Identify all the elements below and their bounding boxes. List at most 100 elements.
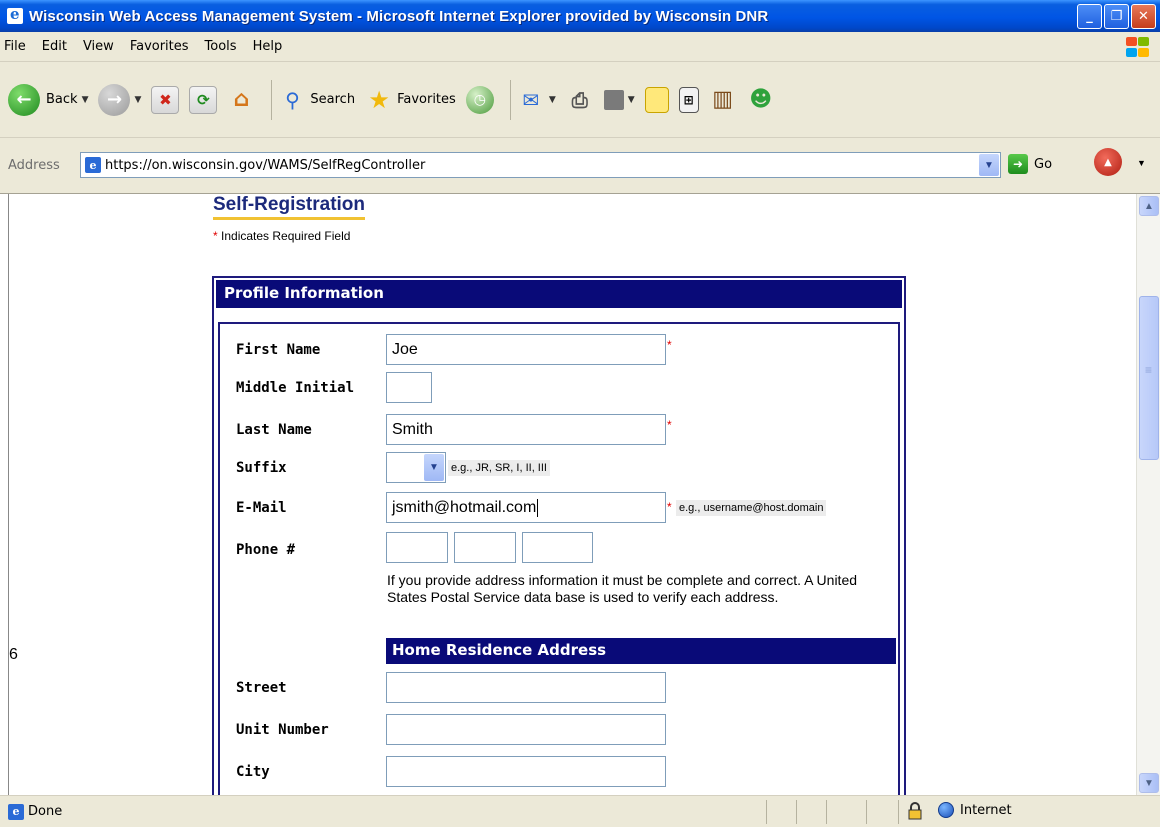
messenger-panel-button[interactable]: ⊞ bbox=[678, 86, 699, 113]
email-input[interactable]: jsmith@hotmail.com bbox=[386, 492, 666, 523]
go-label: Go bbox=[1034, 156, 1053, 172]
stop-icon: ✖ bbox=[151, 85, 180, 114]
city-label: City bbox=[236, 764, 270, 780]
discuss-button[interactable] bbox=[644, 86, 669, 113]
back-arrow-icon: ← bbox=[8, 83, 40, 116]
home-icon: ⌂ bbox=[233, 87, 250, 112]
phone-prefix-input[interactable] bbox=[454, 532, 516, 563]
page-done-icon: e bbox=[8, 803, 24, 820]
text-caret bbox=[537, 498, 539, 517]
books-icon: ▥ bbox=[712, 87, 734, 112]
favorites-button[interactable]: ★ Favorites bbox=[365, 86, 456, 114]
suffix-label: Suffix bbox=[236, 460, 287, 476]
go-arrow-icon: ➜ bbox=[1008, 154, 1028, 174]
address-dropdown-icon[interactable]: ▼ bbox=[979, 154, 999, 176]
mail-icon: ✉ bbox=[522, 87, 540, 112]
profile-form: Profile Information First Name Joe * Mid… bbox=[212, 276, 906, 795]
email-label: E-Mail bbox=[236, 500, 287, 516]
status-bar: e Done Internet bbox=[0, 795, 1160, 827]
chevron-down-icon[interactable]: ▼ bbox=[424, 454, 444, 481]
status-panel bbox=[796, 800, 797, 824]
minimize-button[interactable]: _ bbox=[1077, 4, 1102, 29]
address-url[interactable]: https://on.wisconsin.gov/WAMS/SelfRegCon… bbox=[105, 158, 425, 173]
chevron-down-icon[interactable]: ▼ bbox=[628, 95, 635, 105]
required-note-text: Indicates Required Field bbox=[217, 229, 351, 243]
lock-icon bbox=[908, 802, 922, 820]
close-button[interactable]: ✕ bbox=[1131, 4, 1156, 29]
suffix-hint: e.g., JR, SR, I, II, III bbox=[448, 460, 550, 476]
windows-logo-icon bbox=[1124, 36, 1150, 58]
chevron-down-icon[interactable]: ▼ bbox=[549, 95, 556, 105]
menu-favorites[interactable]: Favorites bbox=[122, 39, 197, 54]
toolbar: ← Back ▼ → ▼ ✖ ⟳ ⌂ ⚲ Search ★ Favorites … bbox=[0, 62, 1160, 138]
scroll-up-icon[interactable]: ▲ bbox=[1139, 196, 1159, 216]
refresh-icon: ⟳ bbox=[189, 85, 218, 114]
menu-file[interactable]: File bbox=[0, 39, 34, 54]
phone-label: Phone # bbox=[236, 542, 296, 558]
menu-bar: File Edit View Favorites Tools Help bbox=[0, 32, 1160, 62]
middle-initial-input[interactable] bbox=[386, 372, 432, 403]
street-input[interactable] bbox=[386, 672, 666, 703]
first-name-input[interactable]: Joe bbox=[386, 334, 666, 365]
menu-help[interactable]: Help bbox=[245, 39, 291, 54]
edit-button[interactable]: ▼ bbox=[603, 89, 635, 110]
status-panel bbox=[898, 800, 899, 824]
forward-arrow-icon: → bbox=[98, 83, 131, 116]
status-panel bbox=[766, 800, 767, 824]
menu-tools[interactable]: Tools bbox=[197, 39, 245, 54]
back-button[interactable]: ← Back ▼ bbox=[8, 83, 89, 116]
address-input[interactable]: e https://on.wisconsin.gov/WAMS/SelfRegC… bbox=[80, 152, 1001, 178]
middle-initial-label: Middle Initial bbox=[236, 380, 355, 396]
research-button[interactable]: ▥ bbox=[709, 86, 737, 114]
address-label: Address bbox=[8, 158, 60, 173]
unit-number-label: Unit Number bbox=[236, 722, 329, 738]
zone-text: Internet bbox=[960, 802, 1012, 818]
address-info-text: If you provide address information it mu… bbox=[387, 572, 858, 605]
city-input[interactable] bbox=[386, 756, 666, 787]
phone-area-code-input[interactable] bbox=[386, 532, 448, 563]
stop-button[interactable]: ✖ bbox=[151, 85, 180, 114]
favorites-label: Favorites bbox=[397, 92, 456, 107]
go-button[interactable]: ➜ Go bbox=[1008, 154, 1052, 174]
print-icon: ⎙ bbox=[571, 87, 588, 112]
page-viewport: 6 Self-Registration * Indicates Required… bbox=[8, 194, 1136, 795]
last-name-input[interactable]: Smith bbox=[386, 414, 666, 445]
scrollbar-thumb[interactable] bbox=[1139, 296, 1159, 460]
maximize-button[interactable]: ❐ bbox=[1104, 4, 1129, 29]
edit-page-icon bbox=[603, 89, 624, 110]
window-controls: _ ❐ ✕ bbox=[1077, 4, 1156, 29]
address-bar: Address e https://on.wisconsin.gov/WAMS/… bbox=[0, 138, 1160, 194]
mail-button[interactable]: ✉ ▼ bbox=[517, 86, 556, 114]
unit-number-input[interactable] bbox=[386, 714, 666, 745]
menu-view[interactable]: View bbox=[75, 39, 122, 54]
globe-icon bbox=[938, 802, 954, 818]
street-label: Street bbox=[236, 680, 287, 696]
messenger-button[interactable]: ☻ bbox=[747, 86, 775, 114]
required-mark: * bbox=[667, 338, 672, 352]
chevron-down-icon[interactable]: ▼ bbox=[1137, 158, 1146, 168]
page-icon: e bbox=[85, 157, 101, 173]
vertical-scrollbar[interactable]: ▲ ▼ bbox=[1136, 194, 1160, 795]
chevron-down-icon[interactable]: ▼ bbox=[82, 95, 89, 105]
toolbar-separator bbox=[271, 79, 273, 120]
last-name-label: Last Name bbox=[236, 422, 312, 438]
chevron-down-icon[interactable]: ▼ bbox=[134, 95, 141, 105]
required-mark: * bbox=[667, 500, 672, 514]
menu-edit[interactable]: Edit bbox=[34, 39, 75, 54]
ie-app-icon bbox=[7, 5, 23, 24]
print-button[interactable]: ⎙ bbox=[566, 86, 594, 114]
favorites-star-icon: ★ bbox=[368, 85, 390, 114]
phone-line-input[interactable] bbox=[522, 532, 593, 563]
forward-button[interactable]: → ▼ bbox=[98, 83, 141, 116]
status-panel bbox=[866, 800, 867, 824]
calculator-icon: ⊞ bbox=[678, 86, 699, 113]
home-address-header: Home Residence Address bbox=[386, 638, 896, 664]
search-button[interactable]: ⚲ Search bbox=[278, 86, 355, 114]
home-button[interactable]: ⌂ bbox=[227, 86, 255, 114]
scroll-down-icon[interactable]: ▼ bbox=[1139, 773, 1159, 793]
suffix-select[interactable]: ▼ bbox=[386, 452, 446, 483]
refresh-button[interactable]: ⟳ bbox=[189, 85, 218, 114]
search-label: Search bbox=[310, 92, 356, 107]
history-button[interactable]: ◷ bbox=[465, 85, 494, 114]
pdf-icon[interactable]: ▲ bbox=[1094, 148, 1122, 176]
